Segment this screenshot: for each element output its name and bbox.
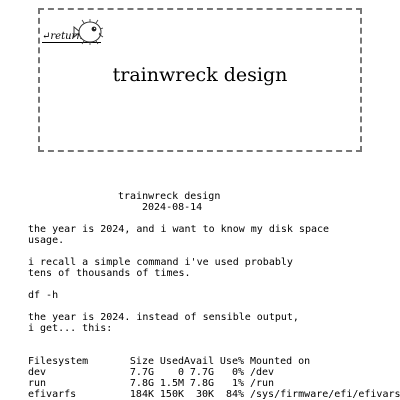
table-row: efivarfs 184K 150K 30K 84% /sys/firmware/efi/… bbox=[28, 389, 400, 400]
table-cell: 7.7G bbox=[129, 367, 154, 378]
column-header: Used bbox=[159, 356, 184, 367]
table-cell: 1.5M bbox=[159, 378, 184, 389]
table-cell: 0 bbox=[177, 367, 184, 378]
df-output-table: Filesystem Size UsedAvail Use% Mounted on dev… bbox=[28, 356, 400, 400]
post-title: trainwreck design bbox=[118, 191, 221, 202]
table-cell: 150K bbox=[159, 389, 184, 400]
site-title: trainwreck design bbox=[112, 64, 288, 86]
table-cell: dev bbox=[28, 367, 47, 378]
table-cell: 7.7G bbox=[189, 367, 214, 378]
table-cell: 184K bbox=[129, 389, 154, 400]
table-cell: 7.8G bbox=[129, 378, 154, 389]
table-header-row: Filesystem Size UsedAvail Use% Mounted on bbox=[28, 356, 400, 367]
command-line: df -h bbox=[28, 290, 59, 301]
table-cell: 1% bbox=[231, 378, 244, 389]
post-content: trainwreck design 2024-08-14 the year is… bbox=[28, 191, 400, 400]
column-header: Filesystem bbox=[28, 356, 89, 367]
post-paragraph: i recall a simple command i've used prob… bbox=[28, 257, 293, 279]
column-header: Mounted on bbox=[250, 356, 311, 367]
table-cell: efivarfs bbox=[28, 389, 77, 400]
table-cell: /dev bbox=[250, 367, 275, 378]
table-cell: 0% bbox=[231, 367, 244, 378]
table-row: dev 7.7G 0 7.7G 0% /dev bbox=[28, 367, 400, 378]
site-header: ↵return trainwreck design bbox=[38, 8, 362, 152]
table-cell: run bbox=[28, 378, 47, 389]
table-cell: 84% bbox=[225, 389, 244, 400]
table-cell: 30K bbox=[195, 389, 214, 400]
post-paragraph: the year is 2024. instead of sensible ou… bbox=[28, 312, 299, 334]
table-cell: 7.8G bbox=[189, 378, 214, 389]
column-header: Size bbox=[129, 356, 154, 367]
table-cell: /sys/firmware/efi/efivars bbox=[250, 389, 400, 400]
table-cell: /run bbox=[250, 378, 275, 389]
column-header: Use% bbox=[219, 356, 244, 367]
post-paragraph: the year is 2024, and i want to know my … bbox=[28, 224, 330, 246]
post-date: 2024-08-14 bbox=[142, 202, 203, 213]
table-row: run 7.8G 1.5M 7.8G 1% /run bbox=[28, 378, 400, 389]
pufferfish-icon bbox=[73, 19, 104, 45]
column-header: Avail bbox=[184, 356, 215, 367]
